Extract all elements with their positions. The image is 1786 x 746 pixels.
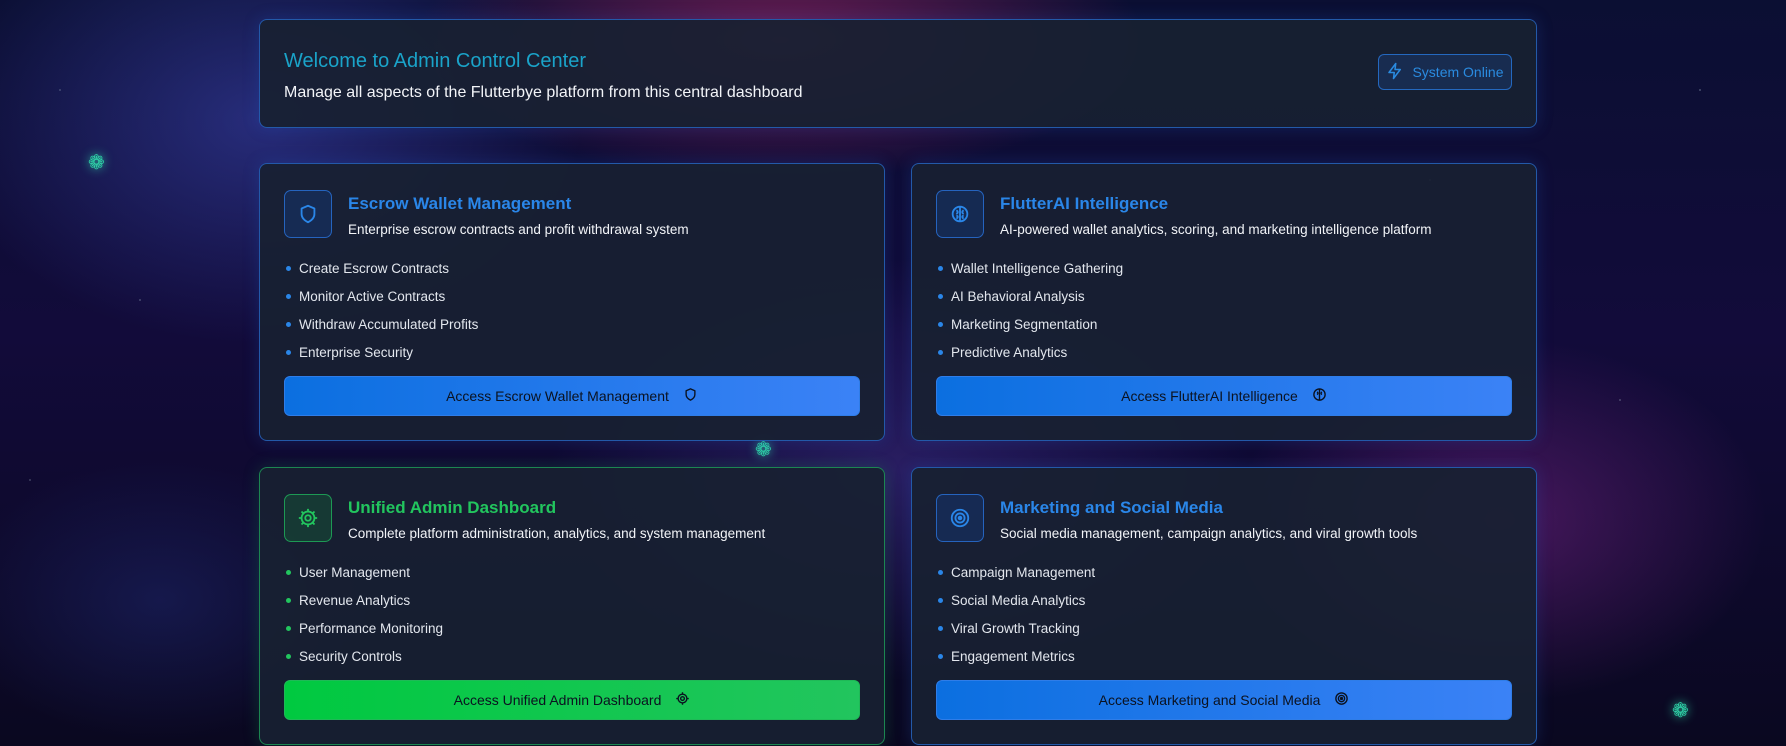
list-item: Engagement Metrics xyxy=(936,642,1095,670)
target-icon xyxy=(1334,691,1349,709)
list-item: Marketing Segmentation xyxy=(936,310,1123,338)
list-item: User Management xyxy=(284,558,443,586)
list-item: Enterprise Security xyxy=(284,338,478,366)
card-title: Marketing and Social Media xyxy=(1000,498,1223,517)
card-description: Social media management, campaign analyt… xyxy=(1000,526,1418,541)
welcome-panel: Welcome to Admin Control Center Manage a… xyxy=(259,19,1537,128)
button-label: Access Marketing and Social Media xyxy=(1098,692,1321,708)
feature-list: User Management Revenue Analytics Perfor… xyxy=(284,558,443,670)
feature-list: Create Escrow Contracts Monitor Active C… xyxy=(284,254,478,366)
shield-icon xyxy=(683,387,698,405)
marketing-social-card: Marketing and Social Media Social media … xyxy=(911,467,1537,745)
button-label: Access Unified Admin Dashboard xyxy=(453,692,662,708)
gear-icon xyxy=(284,494,332,542)
feature-list: Wallet Intelligence Gathering AI Behavio… xyxy=(936,254,1123,366)
button-label: Access Escrow Wallet Management xyxy=(446,388,669,404)
unified-admin-card: Unified Admin Dashboard Complete platfor… xyxy=(259,467,885,745)
list-item: Withdraw Accumulated Profits xyxy=(284,310,478,338)
access-flutterai-button[interactable]: Access FlutterAI Intelligence xyxy=(936,376,1512,416)
card-title: FlutterAI Intelligence xyxy=(1000,194,1169,213)
access-marketing-button[interactable]: Access Marketing and Social Media xyxy=(936,680,1512,720)
butterfly-icon: ❁ xyxy=(88,152,105,174)
access-escrow-button[interactable]: Access Escrow Wallet Management xyxy=(284,376,860,416)
card-description: AI-powered wallet analytics, scoring, an… xyxy=(1000,222,1432,237)
list-item: Viral Growth Tracking xyxy=(936,614,1095,642)
card-title: Escrow Wallet Management xyxy=(348,194,572,213)
list-item: Security Controls xyxy=(284,642,443,670)
access-unified-admin-button[interactable]: Access Unified Admin Dashboard xyxy=(284,680,860,720)
list-item: Revenue Analytics xyxy=(284,586,443,614)
brain-icon xyxy=(936,190,984,238)
list-item: Predictive Analytics xyxy=(936,338,1123,366)
shield-icon xyxy=(284,190,332,238)
list-item: Social Media Analytics xyxy=(936,586,1095,614)
brain-icon xyxy=(1312,387,1327,405)
card-description: Enterprise escrow contracts and profit w… xyxy=(348,222,689,237)
list-item: Performance Monitoring xyxy=(284,614,443,642)
list-item: AI Behavioral Analysis xyxy=(936,282,1123,310)
system-status-button[interactable]: System Online xyxy=(1378,54,1512,90)
lightning-icon xyxy=(1386,62,1404,83)
target-icon xyxy=(936,494,984,542)
status-label: System Online xyxy=(1412,64,1504,80)
page-subtitle: Manage all aspects of the Flutterbye pla… xyxy=(284,84,803,101)
button-label: Access FlutterAI Intelligence xyxy=(1121,388,1298,404)
card-title: Unified Admin Dashboard xyxy=(348,498,557,517)
page-title: Welcome to Admin Control Center xyxy=(284,50,586,72)
list-item: Monitor Active Contracts xyxy=(284,282,478,310)
list-item: Campaign Management xyxy=(936,558,1095,586)
butterfly-icon: ❁ xyxy=(1672,700,1689,722)
feature-list: Campaign Management Social Media Analyti… xyxy=(936,558,1095,670)
gear-icon xyxy=(675,691,690,709)
list-item: Wallet Intelligence Gathering xyxy=(936,254,1123,282)
escrow-wallet-card: Escrow Wallet Management Enterprise escr… xyxy=(259,163,885,441)
flutterai-card: FlutterAI Intelligence AI-powered wallet… xyxy=(911,163,1537,441)
card-description: Complete platform administration, analyt… xyxy=(348,526,766,541)
list-item: Create Escrow Contracts xyxy=(284,254,478,282)
